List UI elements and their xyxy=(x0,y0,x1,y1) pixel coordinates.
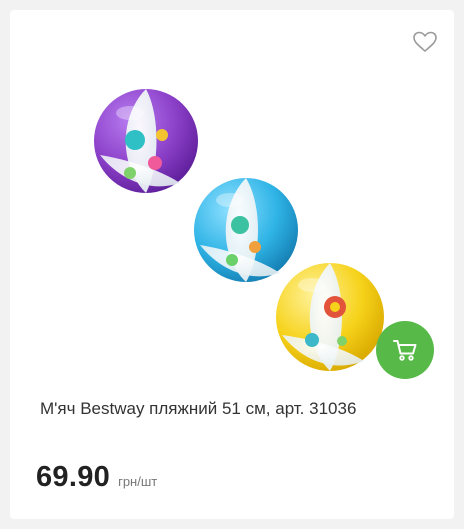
product-title[interactable]: М'яч Bestway пляжний 51 см, арт. 31036 xyxy=(40,399,440,419)
heart-outline-icon xyxy=(413,31,437,52)
price-row: 69.90 грн/шт xyxy=(36,461,157,494)
product-image[interactable] xyxy=(90,85,390,380)
purple-beach-ball xyxy=(94,89,198,193)
blue-beach-ball xyxy=(194,178,298,282)
favorite-button[interactable] xyxy=(412,30,438,54)
cart-icon xyxy=(393,340,417,361)
product-price: 69.90 xyxy=(36,461,111,493)
price-unit: грн/шт xyxy=(118,474,158,489)
add-to-cart-button[interactable] xyxy=(376,321,434,379)
yellow-beach-ball xyxy=(276,263,384,371)
product-card[interactable]: М'яч Bestway пляжний 51 см, арт. 31036 6… xyxy=(10,10,454,519)
